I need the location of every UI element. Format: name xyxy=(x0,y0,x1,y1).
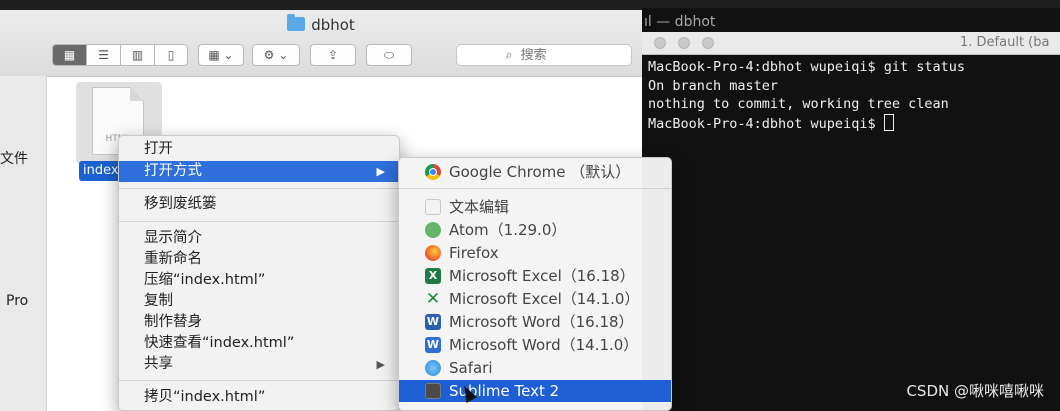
menu-separator xyxy=(119,221,399,222)
folder-icon xyxy=(287,14,306,31)
app-label: Microsoft Excel（16.18） xyxy=(449,267,635,285)
list-view-button[interactable]: ☰ xyxy=(86,44,120,66)
text-cursor xyxy=(883,113,894,131)
app-item-excel-14[interactable]: ✕ Microsoft Excel（14.1.0） xyxy=(399,288,671,310)
terminal-window: ıl — dbhot 1. Default (ba MacBook-Pro-4:… xyxy=(642,8,1060,411)
atom-icon xyxy=(425,222,441,238)
zoom-window-button[interactable] xyxy=(702,37,714,49)
window-title: dbhot xyxy=(0,14,642,34)
terminal-title-bar: 1. Default (ba xyxy=(642,32,1060,55)
minimize-window-button[interactable] xyxy=(678,37,690,49)
gear-icon: ⚙ xyxy=(263,48,275,62)
sidebar-item-pro[interactable]: Pro xyxy=(6,293,28,309)
column-view-button[interactable]: ▥ xyxy=(120,44,154,66)
menu-item-make-alias[interactable]: 制作替身 xyxy=(119,312,399,333)
menu-item-label: 共享 xyxy=(144,356,173,372)
sidebar-item-documents[interactable]: 文件 xyxy=(0,148,28,168)
excel-icon: ✕ xyxy=(425,289,441,309)
action-button[interactable]: ⚙ ⌄ xyxy=(252,44,300,66)
search-field[interactable]: ⌕ xyxy=(456,44,632,66)
menu-item-label: 打开方式 xyxy=(144,163,202,179)
tag-icon: ⬭ xyxy=(383,47,395,62)
menu-separator xyxy=(399,188,671,189)
view-mode-control: ▦ ☰ ▥ ▯ xyxy=(52,44,188,66)
menu-item-rename[interactable]: 重新命名 xyxy=(119,249,399,270)
menu-item-open[interactable]: 打开 xyxy=(119,139,399,160)
app-item-textedit[interactable]: 文本编辑 xyxy=(399,196,671,218)
app-label: Microsoft Word（14.1.0） xyxy=(449,336,639,354)
open-with-submenu: Google Chrome （默认） 文本编辑 Atom（1.29.0） Fir… xyxy=(398,157,672,411)
app-label: Microsoft Word（16.18） xyxy=(449,313,634,331)
share-icon: ⇪ xyxy=(327,48,339,62)
menu-separator xyxy=(119,188,399,189)
chrome-icon xyxy=(425,164,441,180)
grid-icon: ▦ xyxy=(208,48,220,62)
watermark: CSDN @啾咪嘻啾咪 xyxy=(906,382,1044,400)
word-icon: W xyxy=(425,314,441,330)
app-label: Safari xyxy=(449,359,493,377)
terminal-prompt-line: MacBook-Pro-4:dbhot wupeiqi$ xyxy=(648,113,1056,134)
menu-item-get-info[interactable]: 显示简介 xyxy=(119,228,399,249)
app-item-sublime-text[interactable]: Sublime Text 2 xyxy=(399,380,671,402)
app-item-google-chrome[interactable]: Google Chrome （默认） xyxy=(399,161,671,183)
finder-toolbar: dbhot ▦ ☰ ▥ ▯ ▦ ⌄ ⚙ ⌄ ⇪ ⬭ ⌕ 搜索 xyxy=(0,10,642,77)
chevron-down-icon: ⌄ xyxy=(223,48,234,62)
app-item-firefox[interactable]: Firefox xyxy=(399,242,671,264)
terminal-line: On branch master xyxy=(648,77,779,94)
finder-sidebar: 文件 Pro xyxy=(0,76,47,411)
menu-item-move-to-trash[interactable]: 移到废纸篓 xyxy=(119,194,399,215)
menu-item-compress[interactable]: 压缩“index.html” xyxy=(119,270,399,291)
search-input[interactable] xyxy=(518,46,583,64)
app-item-excel-16[interactable]: X Microsoft Excel（16.18） xyxy=(399,265,671,287)
terminal-title: ıl — dbhot xyxy=(644,14,716,30)
submenu-arrow-icon: ▶ xyxy=(376,165,385,178)
tags-button[interactable]: ⬭ xyxy=(366,44,412,66)
menu-item-share[interactable]: 共享 ▶ xyxy=(119,354,399,375)
window-title-text: dbhot xyxy=(311,16,355,34)
app-label: Firefox xyxy=(449,244,499,262)
app-item-word-14[interactable]: W Microsoft Word（14.1.0） xyxy=(399,334,671,356)
menu-item-duplicate[interactable]: 复制 xyxy=(119,291,399,312)
safari-icon xyxy=(425,360,441,376)
textedit-icon xyxy=(425,199,441,215)
app-label: 文本编辑 xyxy=(449,198,510,216)
terminal-line: MacBook-Pro-4:dbhot wupeiqi$ git status xyxy=(648,59,965,75)
arrange-button[interactable]: ▦ ⌄ xyxy=(198,44,244,66)
terminal-prompt: MacBook-Pro-4:dbhot wupeiqi$ xyxy=(648,115,884,132)
submenu-arrow-icon: ▶ xyxy=(376,358,385,371)
app-label: Microsoft Excel（14.1.0） xyxy=(449,290,640,308)
gallery-view-button[interactable]: ▯ xyxy=(154,44,188,66)
context-menu: 打开 打开方式 ▶ 移到废纸篓 显示简介 重新命名 压缩“index.html”… xyxy=(118,135,400,411)
share-button[interactable]: ⇪ xyxy=(310,44,356,66)
excel-icon: X xyxy=(425,268,441,284)
menu-item-copy[interactable]: 拷贝“index.html” xyxy=(119,387,399,408)
firefox-icon xyxy=(425,245,441,261)
menu-item-quick-look[interactable]: 快速查看“index.html” xyxy=(119,333,399,354)
app-item-safari[interactable]: Safari xyxy=(399,357,671,379)
sublime-icon xyxy=(425,383,441,399)
close-window-button[interactable] xyxy=(654,37,666,49)
chevron-down-icon: ⌄ xyxy=(278,48,289,62)
icon-view-button[interactable]: ▦ xyxy=(52,44,86,66)
terminal-output[interactable]: MacBook-Pro-4:dbhot wupeiqi$ git status O… xyxy=(648,58,1056,133)
search-icon: ⌕ xyxy=(505,47,513,63)
terminal-tab-title: 1. Default (ba xyxy=(960,35,1050,50)
app-label: Atom（1.29.0） xyxy=(449,221,567,239)
app-item-word-16[interactable]: W Microsoft Word（16.18） xyxy=(399,311,671,333)
menu-separator xyxy=(119,380,399,381)
app-label: Google Chrome （默认） xyxy=(449,163,631,181)
app-item-atom[interactable]: Atom（1.29.0） xyxy=(399,219,671,241)
word-icon: W xyxy=(425,337,441,353)
terminal-line: nothing to commit, working tree clean xyxy=(648,96,949,112)
menu-item-open-with[interactable]: 打开方式 ▶ xyxy=(119,161,399,182)
